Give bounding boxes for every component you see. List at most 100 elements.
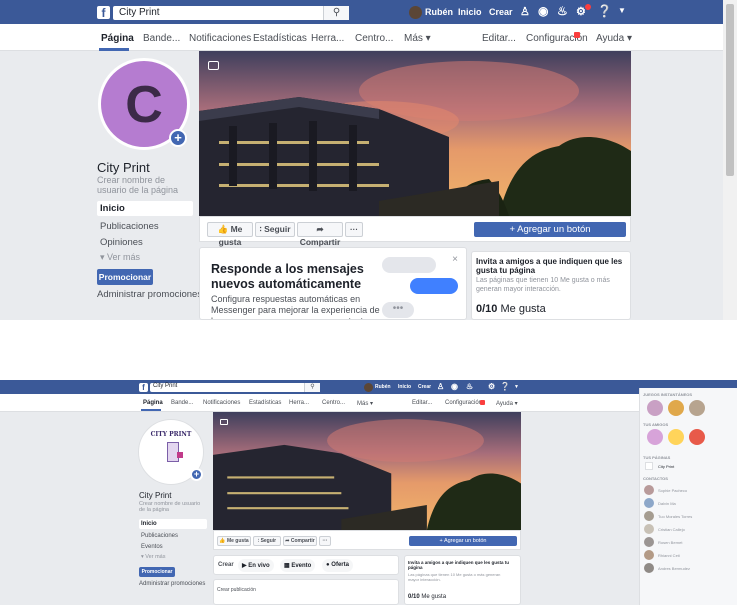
camera-icon[interactable] (208, 61, 219, 70)
user-avatar[interactable] (409, 6, 422, 19)
add-profile-photo-icon[interactable]: + (190, 468, 203, 481)
contact-name[interactable]: Cristian Callejo (658, 527, 685, 532)
friend-avatar[interactable] (668, 429, 684, 445)
tab-page[interactable]: Página (143, 400, 163, 406)
add-button-button[interactable]: + Agregar un botón (474, 222, 626, 237)
follow-button[interactable]: ∶ Seguir (253, 536, 281, 546)
help-icon[interactable]: ❔ (500, 382, 510, 391)
search-icon[interactable]: ⚲ (304, 383, 320, 392)
notifications-bell-icon[interactable]: ♨ (557, 4, 568, 18)
create-username-link[interactable]: Crear nombre de usuario de la página (139, 501, 207, 513)
promote-button[interactable]: Promocionar (97, 269, 153, 285)
create-link[interactable]: Crear (489, 7, 513, 17)
tab-tools[interactable]: Herra... (289, 400, 309, 406)
user-avatar[interactable] (364, 383, 373, 392)
manage-promotions-link[interactable]: Administrar promociones (139, 581, 205, 587)
sidebar-item-events[interactable]: Eventos (141, 544, 163, 550)
tab-inbox[interactable]: Bande... (171, 400, 193, 406)
tab-notifications[interactable]: Notificaciones (203, 400, 240, 406)
scrollbar[interactable] (723, 0, 737, 320)
tab-more[interactable]: Más ▾ (404, 33, 431, 44)
create-username-link[interactable]: Crear nombre de usuario de la página (97, 175, 192, 195)
quick-help-icon[interactable]: ⚙ (488, 382, 495, 391)
contact-name[interactable]: Tuo Morales Torres (658, 514, 692, 519)
create-link[interactable]: Crear (418, 384, 431, 390)
tab-edit[interactable]: Editar... (482, 33, 516, 44)
more-actions-button[interactable]: ··· (319, 536, 331, 546)
contact-avatar[interactable] (644, 563, 654, 573)
contact-avatar[interactable] (644, 550, 654, 560)
sidebar-see-more[interactable]: ▾ Ver más (141, 554, 165, 560)
sidebar-item-posts[interactable]: Publicaciones (141, 533, 178, 539)
search-input[interactable]: City Print ⚲ (113, 6, 349, 20)
search-icon[interactable]: ⚲ (323, 6, 349, 20)
friend-requests-icon[interactable]: ♙ (520, 5, 530, 18)
manage-promotions-link[interactable]: Administrar promociones (97, 289, 202, 300)
live-video-button[interactable]: ▶ En vivo (238, 559, 274, 572)
facebook-logo-icon[interactable]: f (139, 383, 148, 392)
help-icon[interactable]: ❔ (597, 4, 612, 18)
tab-center[interactable]: Centro... (355, 33, 393, 44)
contact-avatar[interactable] (644, 537, 654, 547)
tab-more[interactable]: Más ▾ (357, 400, 373, 407)
messenger-icon[interactable]: ◉ (451, 382, 458, 391)
contact-avatar[interactable] (644, 498, 654, 508)
tab-tools[interactable]: Herra... (311, 33, 344, 44)
follow-button[interactable]: ∶ Seguir (255, 222, 295, 237)
sidebar-item-posts[interactable]: Publicaciones (100, 221, 159, 232)
like-button[interactable]: 👍 Me gusta (217, 536, 251, 546)
contact-name[interactable]: Andres Bermudez (658, 566, 690, 571)
event-button[interactable]: ▦ Evento (280, 559, 316, 572)
user-name-link[interactable]: Rubén (425, 7, 453, 17)
sidebar-item-home[interactable]: Inicio (139, 519, 207, 529)
tab-help[interactable]: Ayuda ▾ (596, 33, 632, 44)
account-menu-chevron-icon[interactable]: ▼ (618, 6, 626, 15)
user-name-link[interactable]: Rubén (375, 384, 391, 390)
contact-name[interactable]: Rosen Bernet (658, 540, 682, 545)
tab-notifications[interactable]: Notificaciones (189, 33, 251, 44)
account-menu-chevron-icon[interactable]: ▼ (514, 384, 519, 390)
cover-photo[interactable] (199, 51, 631, 216)
friend-avatar[interactable] (689, 429, 705, 445)
tab-settings[interactable]: Configuración (445, 400, 482, 406)
video-camera-icon[interactable] (220, 419, 228, 425)
tab-inbox[interactable]: Bande... (143, 33, 180, 44)
create-label[interactable]: Crear (218, 562, 234, 568)
share-button[interactable]: ➦ Compartir (283, 536, 317, 546)
contact-avatar[interactable] (644, 511, 654, 521)
promote-button[interactable]: Promocionar (139, 567, 175, 577)
tab-edit[interactable]: Editar... (412, 400, 432, 406)
sidebar-item-home[interactable]: Inicio (97, 201, 193, 216)
tab-center[interactable]: Centro... (322, 400, 345, 406)
sidebar-see-more[interactable]: ▾ Ver más (100, 252, 140, 263)
friend-requests-icon[interactable]: ♙ (437, 382, 444, 391)
home-link[interactable]: Inicio (458, 7, 482, 17)
scrollbar-thumb[interactable] (726, 4, 734, 176)
game-thumbnail[interactable] (689, 400, 705, 416)
tab-insights[interactable]: Estadísticas (249, 400, 281, 406)
offer-button[interactable]: ● Oferta (322, 559, 353, 572)
contact-avatar[interactable] (644, 485, 654, 495)
messenger-icon[interactable]: ◉ (538, 4, 548, 18)
share-button[interactable]: ➦ Compartir (297, 222, 343, 247)
contact-name[interactable]: Sophie Pacheco (658, 488, 687, 493)
tab-page[interactable]: Página (101, 33, 134, 44)
tab-insights[interactable]: Estadísticas (253, 33, 307, 44)
contact-avatar[interactable] (644, 524, 654, 534)
friend-avatar[interactable] (647, 429, 663, 445)
sidebar-item-reviews[interactable]: Opiniones (100, 237, 143, 248)
like-button[interactable]: 👍 Me gusta (207, 222, 253, 247)
more-actions-button[interactable]: ··· (345, 222, 363, 237)
your-page-link[interactable]: City Print (658, 464, 674, 469)
tab-help[interactable]: Ayuda ▾ (496, 400, 518, 407)
home-link[interactable]: Inicio (398, 384, 411, 390)
contact-name[interactable]: Dalvin Ma (658, 501, 676, 506)
search-input[interactable]: City Print ⚲ (150, 383, 320, 392)
contact-name[interactable]: Rhianni Ceti (658, 553, 680, 558)
create-post-card[interactable]: Crear publicación (213, 579, 399, 605)
game-thumbnail[interactable] (647, 400, 663, 416)
notifications-bell-icon[interactable]: ♨ (466, 382, 473, 391)
close-icon[interactable]: × (452, 254, 458, 265)
game-thumbnail[interactable] (668, 400, 684, 416)
facebook-logo-icon[interactable]: f (97, 6, 110, 20)
